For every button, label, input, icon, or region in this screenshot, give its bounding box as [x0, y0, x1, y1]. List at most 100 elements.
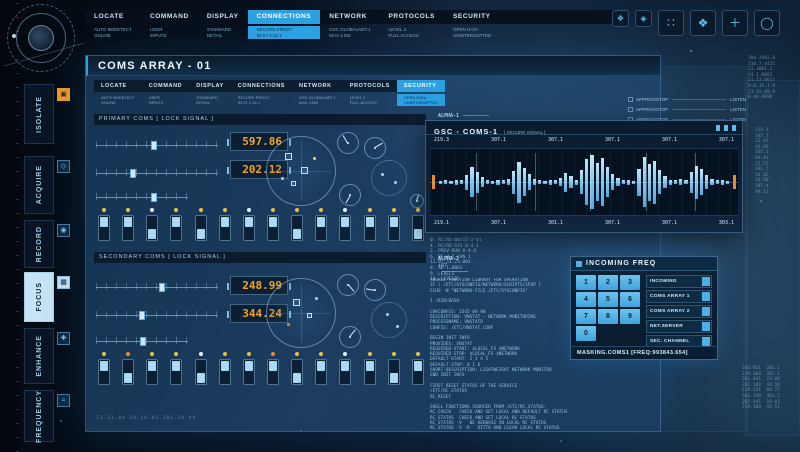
window-menu-network[interactable]: NETWORK GSC.GLOBALNET.1MAX 4 MS [292, 80, 343, 106]
menu-item-connections[interactable]: CONNECTIONS SECURE PROXY32.07.4.32.1 [248, 10, 321, 39]
window-menu-connections[interactable]: CONNECTIONS SECURE PROXY32.07.4.32.1 [231, 80, 292, 106]
menu-item-protocols[interactable]: PROTOCOLS LEVEL 2FULL ACCESS [380, 10, 444, 39]
keypad-key-2[interactable]: 2 [598, 275, 618, 290]
sidebar-tab-focus[interactable]: FOCUS [24, 272, 54, 322]
waveform-top-values: 219.3307.1307.1 307.1307.1307.1 [434, 137, 734, 146]
menu-sublabel: LEVEL 2FULL ACCESS [380, 26, 444, 39]
toggle-switch[interactable] [193, 208, 209, 241]
menu-label: NETWORK [320, 10, 379, 24]
primary-slider-1[interactable] [96, 140, 218, 150]
toggle-switch[interactable] [265, 208, 281, 241]
toggle-switch[interactable] [193, 352, 209, 385]
diamonds-button[interactable]: ❖ [690, 10, 716, 36]
sidebar-tab-record[interactable]: RECORD [24, 220, 54, 268]
slider-handle[interactable] [151, 141, 157, 150]
window-menu-locate[interactable]: LOCATE AUTO 98/DETECTONLINE [94, 80, 142, 106]
diamond-button[interactable]: ◈ [635, 10, 652, 27]
listen-label: LISTEN [730, 107, 746, 112]
secondary-slider-3[interactable] [96, 336, 188, 346]
grid-dots-button[interactable]: ∷ [658, 10, 684, 36]
toggle-switch[interactable] [410, 352, 426, 385]
tab-label: ACQUIRE [36, 165, 43, 204]
window-menu-security[interactable]: SECURITY OPEN DATAUNINTERCEPTED [397, 80, 445, 106]
keypad-key-8[interactable]: 8 [598, 309, 618, 324]
switch-status-dot [126, 208, 130, 212]
toggle-switch[interactable] [241, 352, 257, 385]
menu-item-command[interactable]: COMMAND USERINPUTS [141, 10, 198, 39]
toggle-switch[interactable] [96, 352, 112, 385]
channel-incoming-button[interactable]: INCOMING [646, 275, 712, 288]
menu-item-security[interactable]: SECURITY OPEN DATAUNINTERCEPTED [444, 10, 500, 39]
secondary-slider-2[interactable] [96, 310, 218, 320]
toggle-switch[interactable] [313, 352, 329, 385]
slider-handle[interactable] [140, 337, 146, 346]
toggle-switch[interactable] [217, 352, 233, 385]
target-button[interactable]: ◯ [754, 10, 780, 36]
window-menu-command[interactable]: COMMAND USERINPUTS [142, 80, 190, 106]
toggle-switch[interactable] [337, 352, 353, 385]
primary-slider-3[interactable] [96, 192, 188, 202]
window-menu-display[interactable]: DISPLAY STANDARDDETAIL [189, 80, 231, 106]
window-titlebar[interactable]: COMS ARRAY - 01 [86, 56, 660, 76]
menu-item-display[interactable]: DISPLAY STANDARDDETAIL [198, 10, 248, 39]
tab-label: ISOLATE [36, 96, 43, 133]
sidebar-tab-frequency[interactable]: FREQUENCY [24, 390, 54, 442]
toggle-switch[interactable] [265, 352, 281, 385]
keypad-key-5[interactable]: 5 [598, 292, 618, 307]
isolate-icon[interactable]: ▣ [57, 88, 70, 101]
window-menu-protocols[interactable]: PROTOCOLS LEVEL 2FULL ACCESS [343, 80, 397, 106]
sidebar-tab-acquire[interactable]: ACQUIRE [24, 156, 54, 214]
menu-item-locate[interactable]: LOCATE AUTO 98/DETECTONLINE [85, 10, 141, 39]
channel-coms-array-1-button[interactable]: COMS ARRAY 1 [646, 290, 712, 303]
sidebar-tab-isolate[interactable]: ISOLATE [24, 84, 54, 144]
slider-handle[interactable] [151, 193, 157, 202]
toggle-switch[interactable] [289, 352, 305, 385]
toggle-switch[interactable] [144, 352, 160, 385]
toggle-switch[interactable] [241, 208, 257, 241]
menu-item-network[interactable]: NETWORK GSC.GLOBALNET.1MAX 4 MS [320, 10, 379, 39]
primary-slider-2[interactable] [96, 168, 218, 178]
slider-handle[interactable] [159, 283, 165, 292]
record-icon[interactable]: ◉ [57, 224, 70, 237]
keypad-key-1[interactable]: 1 [576, 275, 596, 290]
sidebar-tab-enhance[interactable]: ENHANCE [24, 328, 54, 384]
toggle-switch[interactable] [410, 208, 426, 241]
slider-track [96, 197, 188, 198]
keypad-key-3[interactable]: 3 [620, 275, 640, 290]
window-footer-readout: 23.31.44 34.50.01 201.10 09 [96, 416, 196, 421]
enhance-icon[interactable]: ✚ [57, 332, 70, 345]
toggle-switch[interactable] [217, 208, 233, 241]
toggle-switch[interactable] [168, 352, 184, 385]
window-controls-icon[interactable] [716, 125, 736, 131]
keypad-key-9[interactable]: 9 [620, 309, 640, 324]
toggle-switch[interactable] [386, 352, 402, 385]
secondary-switch-row [96, 352, 426, 385]
slider-handle[interactable] [130, 169, 136, 178]
toggle-switch[interactable] [120, 352, 136, 385]
toggle-switch[interactable] [386, 208, 402, 241]
add-button[interactable]: ＋ [722, 10, 748, 36]
channel-coms-array-2-button[interactable]: COMS ARRAY 2 [646, 305, 712, 318]
keypad-key-4[interactable]: 4 [576, 292, 596, 307]
slider-handle[interactable] [139, 311, 145, 320]
focus-icon[interactable]: ▦ [57, 276, 70, 289]
toggle-switch[interactable] [144, 208, 160, 241]
keypad-key-7[interactable]: 7 [576, 309, 596, 324]
toggle-switch[interactable] [313, 208, 329, 241]
frequency-icon[interactable]: ≈ [57, 394, 70, 407]
channel-net-server-button[interactable]: NET.SERVER [646, 320, 712, 333]
toggle-switch[interactable] [120, 208, 136, 241]
toggle-switch[interactable] [96, 208, 112, 241]
toggle-switch[interactable] [337, 208, 353, 241]
diamond-cluster-button[interactable]: ❖ [612, 10, 629, 27]
keypad-key-6[interactable]: 6 [620, 292, 640, 307]
secondary-slider-1[interactable] [96, 282, 218, 292]
keypad-key-0[interactable]: 0 [576, 326, 596, 341]
toggle-switch[interactable] [362, 208, 378, 241]
gsc-window-titlebar[interactable]: GSC - COMS-1[ SECURE SIGNAL ] [426, 121, 742, 135]
acquire-icon[interactable]: ◇ [57, 160, 70, 173]
incoming-freq-titlebar[interactable]: INCOMING FREQ [571, 257, 717, 271]
toggle-switch[interactable] [168, 208, 184, 241]
toggle-switch[interactable] [289, 208, 305, 241]
toggle-switch[interactable] [362, 352, 378, 385]
